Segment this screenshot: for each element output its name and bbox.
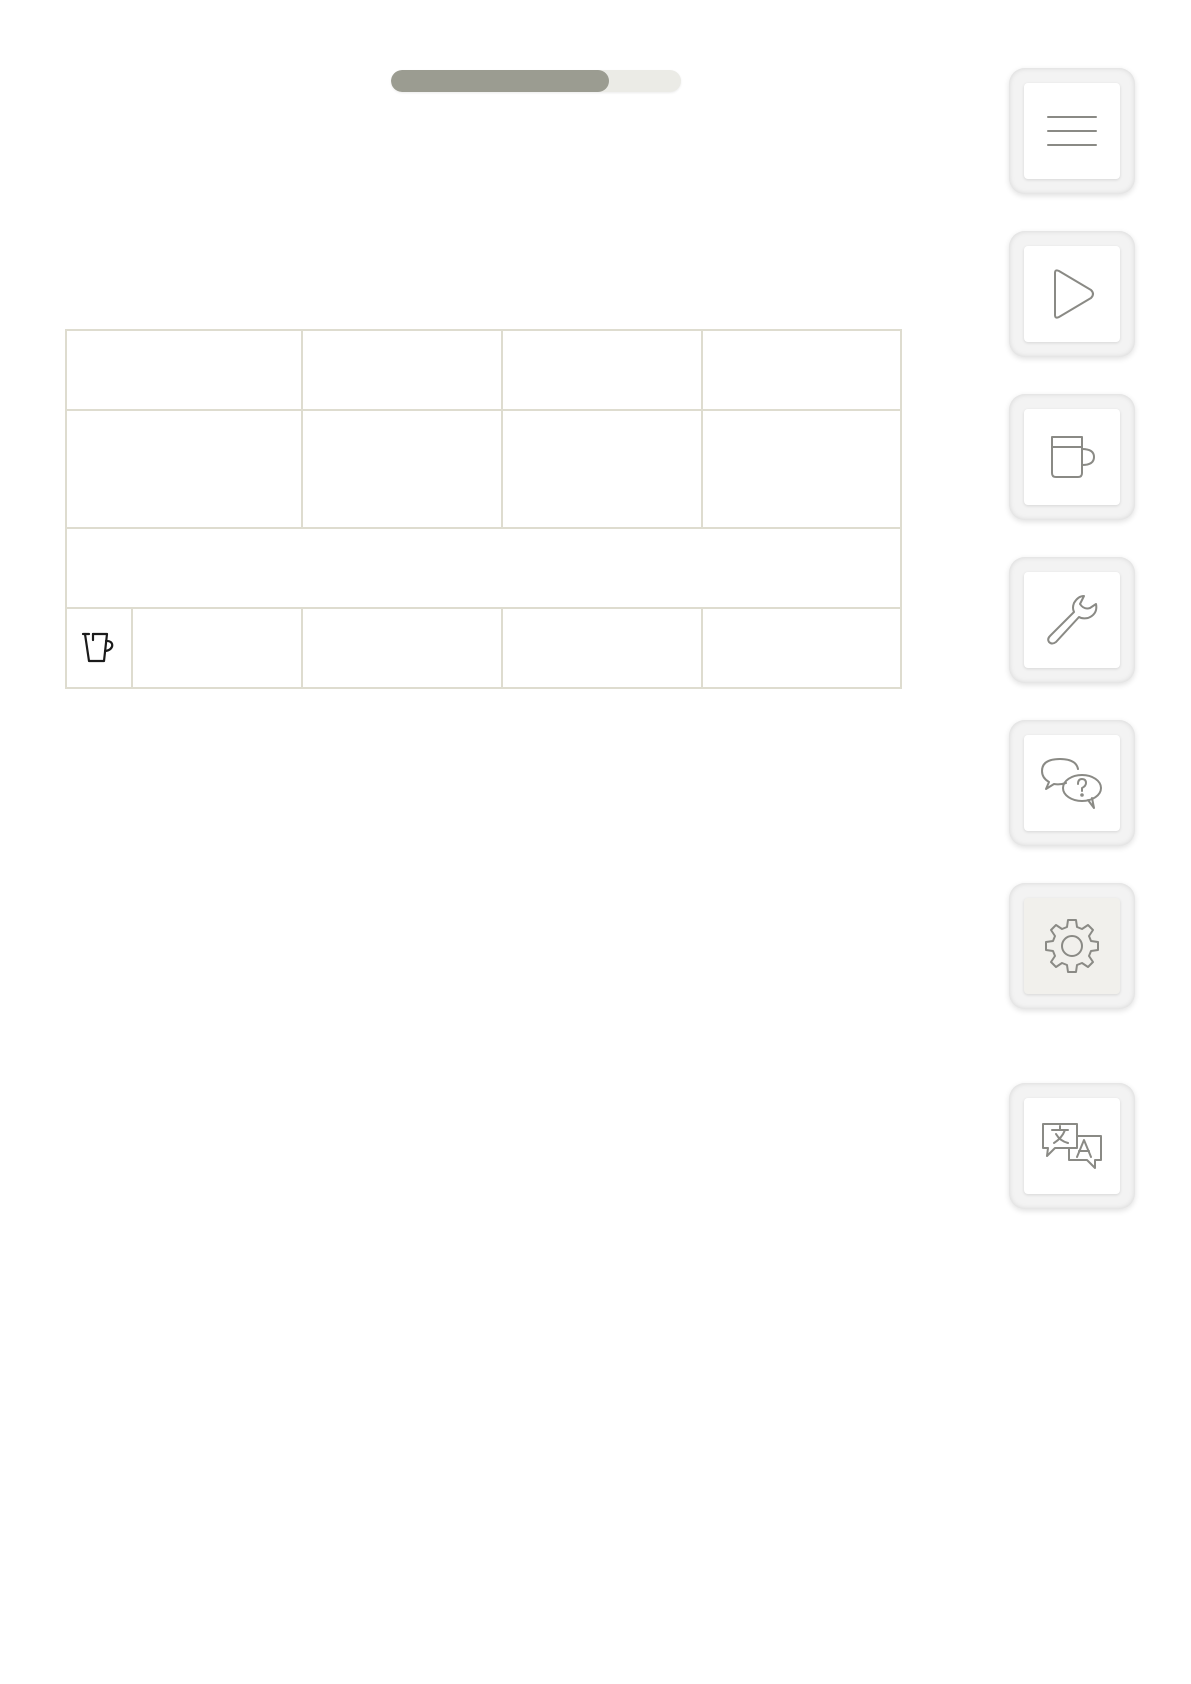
- maintenance-button[interactable]: [1009, 557, 1135, 683]
- mug-icon: [1046, 433, 1098, 481]
- progress-fill: [391, 70, 609, 92]
- translate-icon: [1039, 1120, 1105, 1172]
- language-button[interactable]: [1009, 1083, 1135, 1209]
- play-button[interactable]: [1009, 231, 1135, 357]
- info-table: [65, 329, 902, 689]
- table-cell: [501, 607, 703, 689]
- table-row: [65, 527, 902, 609]
- gear-icon: [1043, 917, 1101, 975]
- progress-bar: [391, 70, 681, 92]
- language-button-face[interactable]: [1024, 1098, 1120, 1194]
- play-icon: [1047, 267, 1097, 321]
- table-cell: [65, 409, 303, 529]
- play-button-face[interactable]: [1024, 246, 1120, 342]
- table-row: [65, 329, 902, 411]
- beverage-button-face[interactable]: [1024, 409, 1120, 505]
- table-cell: [301, 329, 503, 411]
- table-cell: [701, 607, 902, 689]
- table-cell: [65, 329, 303, 411]
- table-merged-cell: [65, 527, 902, 609]
- menu-button-face[interactable]: [1024, 83, 1120, 179]
- help-button-face[interactable]: [1024, 735, 1120, 831]
- wrench-icon: [1044, 592, 1100, 648]
- menu-icon: [1044, 111, 1100, 151]
- menu-button[interactable]: [1009, 68, 1135, 194]
- help-button[interactable]: [1009, 720, 1135, 846]
- table-row: [65, 607, 902, 689]
- maintenance-button-face[interactable]: [1024, 572, 1120, 668]
- table-row: [65, 409, 902, 529]
- cup-icon: [80, 632, 118, 663]
- settings-button[interactable]: [1009, 883, 1135, 1009]
- table-cell: [301, 607, 503, 689]
- table-cell: [131, 607, 303, 689]
- beverage-button[interactable]: [1009, 394, 1135, 520]
- table-cell: [701, 409, 902, 529]
- help-chat-icon: [1040, 755, 1104, 811]
- table-cell: [301, 409, 503, 529]
- settings-button-face[interactable]: [1024, 898, 1120, 994]
- table-cell: [501, 409, 703, 529]
- table-cell: [701, 329, 902, 411]
- table-cell: [501, 329, 703, 411]
- table-icon-cell: [65, 607, 133, 689]
